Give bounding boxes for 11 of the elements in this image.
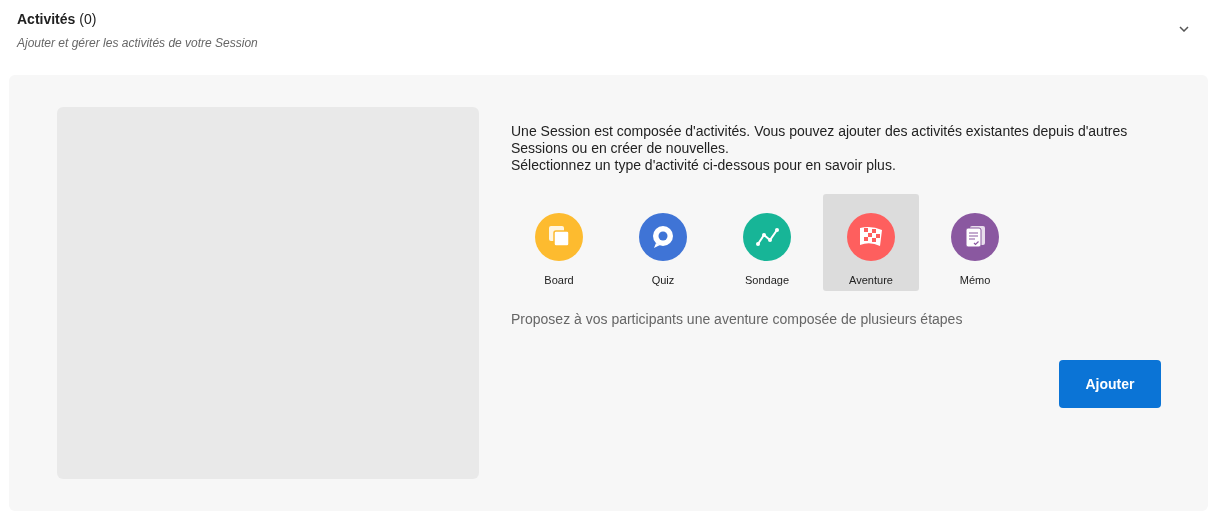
activity-type-tile[interactable]: Sondage xyxy=(719,194,815,291)
activity-description: Proposez à vos participants une aventure composée de plusieurs étapes xyxy=(511,310,964,329)
activity-type-tile[interactable]: Quiz xyxy=(615,194,711,291)
activity-type-tile[interactable]: Aventure xyxy=(823,194,919,291)
activity-type-tile[interactable]: Board xyxy=(511,194,607,291)
section-subtitle: Ajouter et gérer les activités de votre Session xyxy=(17,35,258,52)
add-button[interactable]: Ajouter xyxy=(1059,360,1161,408)
intro-text: Une Session est composée d'activités. Vous pouvez ajouter des activités existantes depuis d'autres Sessions ou en créer de nouvelles. Sélectionnez un type d'activité ci-dessous pour en savoir plus. xyxy=(511,123,1129,174)
chevron-down-icon[interactable] xyxy=(1179,26,1189,32)
activity-type-tile[interactable]: Mémo xyxy=(927,194,1023,291)
section-title: Activités (0) xyxy=(17,10,98,29)
